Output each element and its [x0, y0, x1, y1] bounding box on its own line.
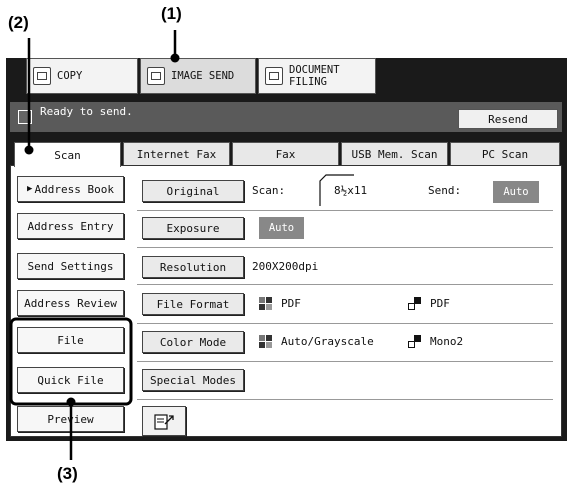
file-button[interactable]: File — [17, 327, 124, 353]
row-divider — [137, 284, 553, 285]
address-entry-button[interactable]: Address Entry — [17, 213, 124, 239]
resolution-value: 200X200dpi — [252, 260, 319, 273]
tab-copy-label: COPY — [57, 70, 83, 82]
callout-1: (1) — [161, 4, 182, 23]
tab-internet-fax[interactable]: Internet Fax — [123, 142, 230, 166]
file-format-bw-value: PDF — [430, 297, 450, 310]
monochrome-icon — [408, 335, 421, 348]
grayscale-icon — [259, 335, 272, 348]
row-divider — [137, 323, 553, 324]
tab-document-filing-line2: FILING — [289, 76, 327, 88]
quick-file-button[interactable]: Quick File — [17, 367, 124, 393]
send-settings-button[interactable]: Send Settings — [17, 253, 124, 279]
color-mode-button[interactable]: Color Mode — [142, 331, 244, 353]
grayscale-icon — [259, 297, 272, 310]
image-send-icon — [147, 67, 165, 85]
tab-fax[interactable]: Fax — [232, 142, 339, 166]
job-memory-icon — [154, 414, 174, 430]
play-icon: ▶ — [27, 184, 33, 194]
document-filing-icon — [265, 67, 283, 85]
resolution-button[interactable]: Resolution — [142, 256, 244, 278]
tab-image-send[interactable]: IMAGE SEND — [140, 58, 256, 94]
callout-3: (3) — [57, 464, 78, 483]
color-mode-gray-value: Auto/Grayscale — [281, 335, 374, 348]
send-label: Send: — [428, 184, 462, 197]
row-divider — [137, 361, 553, 362]
file-format-gray-value: PDF — [281, 297, 301, 310]
callout-2: (2) — [8, 13, 29, 32]
send-size-badge: Auto — [493, 181, 539, 203]
original-button[interactable]: Original — [142, 180, 244, 202]
address-book-button[interactable]: ▶ Address Book — [17, 176, 124, 202]
tab-image-send-label: IMAGE SEND — [171, 70, 235, 82]
resend-button[interactable]: Resend — [458, 109, 558, 129]
tab-usb-mem-scan[interactable]: USB Mem. Scan — [341, 142, 448, 166]
address-book-label: Address Book — [34, 182, 114, 196]
scan-label: Scan: — [252, 184, 286, 197]
special-modes-button[interactable]: Special Modes — [142, 369, 244, 391]
preview-button[interactable]: Preview — [17, 406, 124, 432]
row-divider — [137, 399, 553, 400]
tab-copy[interactable]: COPY — [26, 58, 138, 94]
row-divider — [137, 247, 553, 248]
scan-size-value: 8½x11 — [334, 184, 368, 197]
status-message: Ready to send. — [40, 105, 133, 118]
color-mode-bw-value: Mono2 — [430, 335, 464, 348]
copy-icon — [33, 67, 51, 85]
tab-pc-scan[interactable]: PC Scan — [450, 142, 560, 166]
file-format-button[interactable]: File Format — [142, 293, 244, 315]
exposure-badge: Auto — [259, 217, 304, 239]
tab-document-filing-line1: DOCUMENT — [289, 64, 340, 76]
exposure-button[interactable]: Exposure — [142, 217, 244, 239]
address-review-button[interactable]: Address Review — [17, 290, 124, 316]
status-icon — [18, 110, 32, 124]
tab-document-filing-label: DOCUMENT FILING — [289, 64, 340, 88]
tab-scan[interactable]: Scan — [14, 142, 121, 167]
row-divider — [137, 210, 553, 211]
tab-document-filing[interactable]: DOCUMENT FILING — [258, 58, 376, 94]
monochrome-icon — [408, 297, 421, 310]
job-memory-button[interactable] — [142, 406, 186, 436]
